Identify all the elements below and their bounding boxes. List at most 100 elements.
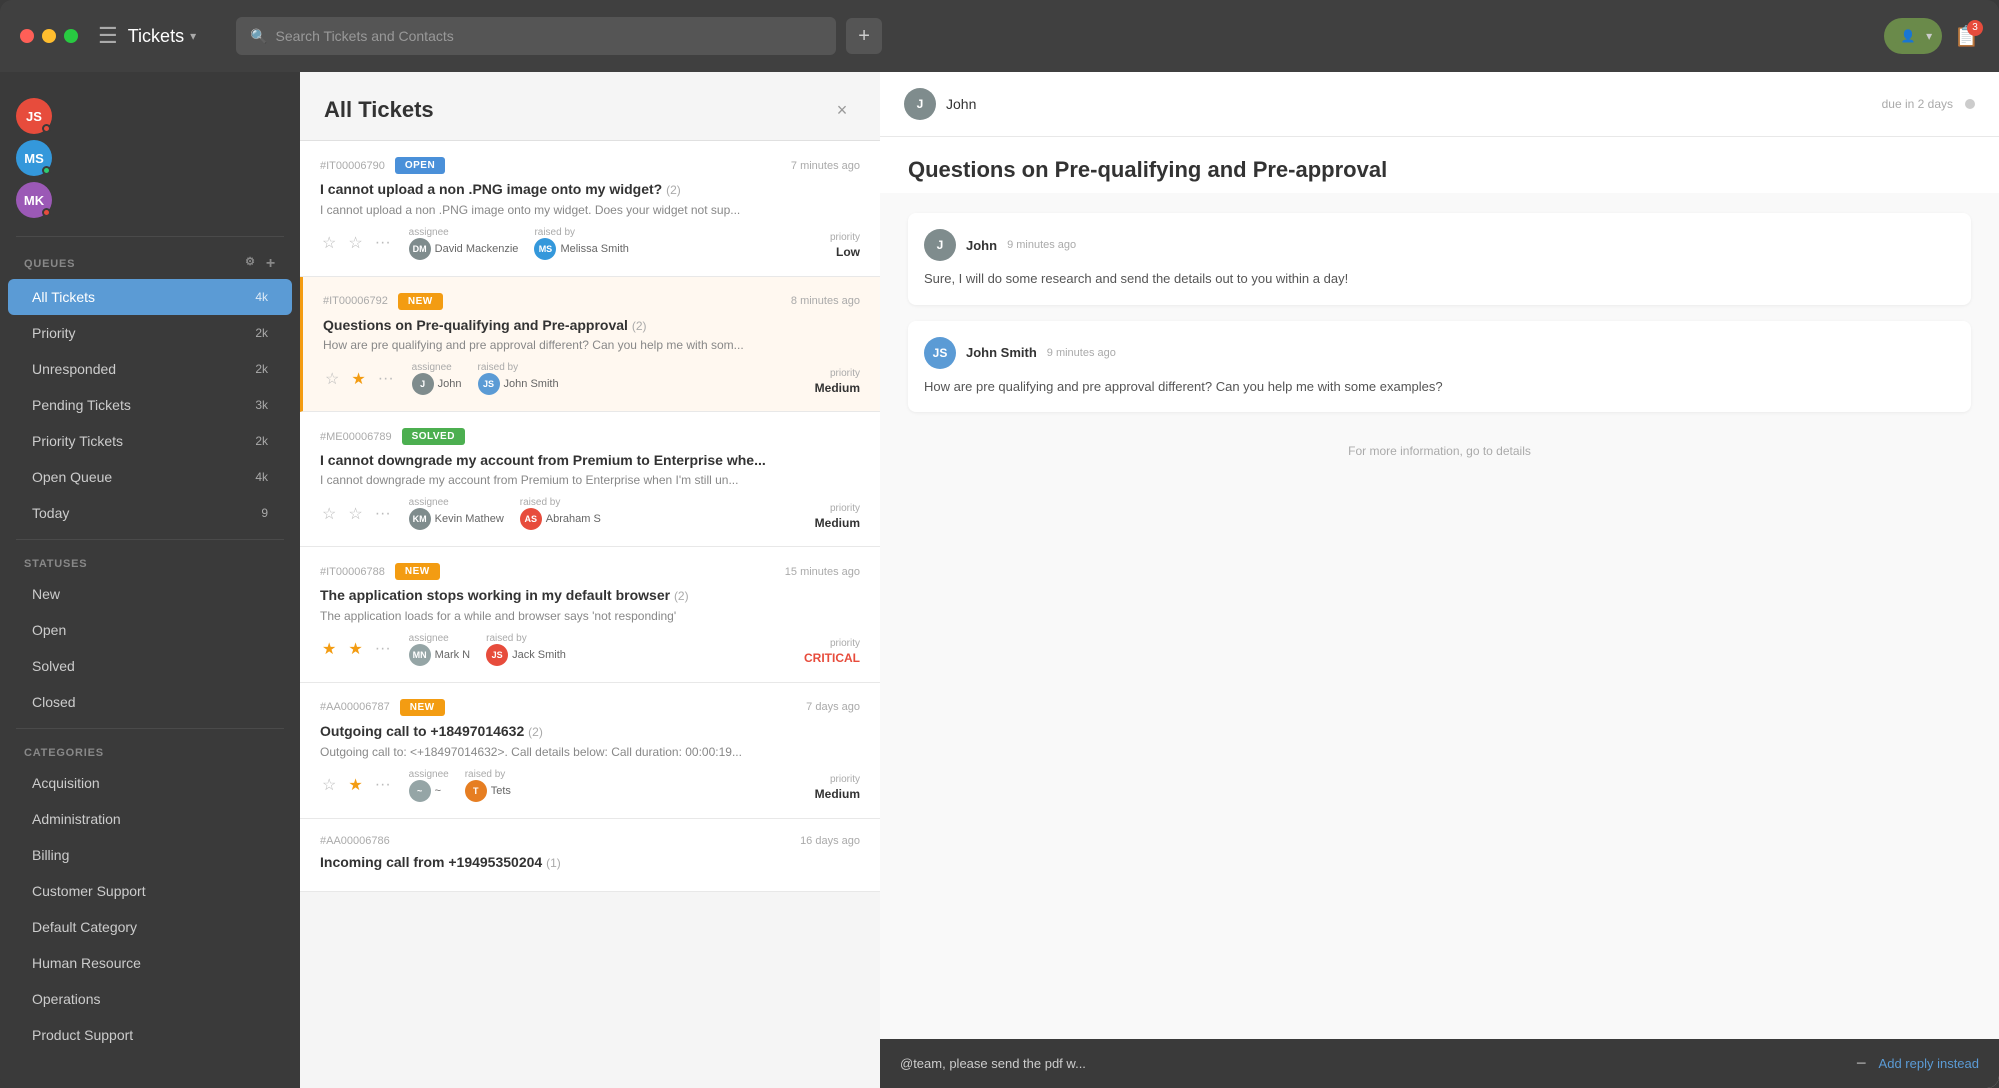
- add-button[interactable]: +: [846, 18, 882, 54]
- more-button-1[interactable]: ···: [373, 232, 393, 254]
- maximize-button[interactable]: [64, 29, 78, 43]
- sidebar-item-acquisition[interactable]: Acquisition: [8, 765, 292, 801]
- sidebar-item-today[interactable]: Today 9: [8, 495, 292, 531]
- ticket-preview-4: The application loads for a while and br…: [320, 609, 860, 623]
- categories-section-header: CATEGORIES: [0, 737, 300, 765]
- star-button-1[interactable]: ☆: [320, 231, 338, 255]
- ticket-footer-5: ☆ ★ ··· assignee ~ ~: [320, 769, 860, 802]
- sidebar-item-all-tickets[interactable]: All Tickets 4k: [8, 279, 292, 315]
- traffic-lights: [20, 29, 78, 43]
- sidebar-divider-3: [16, 728, 284, 729]
- app-title-btn[interactable]: Tickets ▾: [128, 26, 196, 47]
- sidebar-item-solved[interactable]: Solved: [8, 648, 292, 684]
- ticket-header-1: #IT00006790 OPEN 7 minutes ago: [320, 157, 860, 174]
- add-reply-button[interactable]: Add reply instead: [1879, 1056, 1979, 1071]
- minimize-reply-button[interactable]: −: [1856, 1053, 1867, 1074]
- ticket-footer-2: ☆ ★ ··· assignee J John: [323, 362, 860, 395]
- ticket-footer-3: ☆ ☆ ··· assignee KM Kevin Mathew: [320, 497, 860, 530]
- ticket-actions-4: ★ ★ ···: [320, 637, 393, 661]
- ticket-list-panel: All Tickets × #IT00006790 OPEN 7 minutes…: [300, 72, 880, 1088]
- ticket-id-4: #IT00006788: [320, 566, 385, 578]
- ticket-card-6[interactable]: #AA00006786 16 days ago Incoming call fr…: [300, 819, 880, 893]
- ticket-list: #IT00006790 OPEN 7 minutes ago I cannot …: [300, 141, 880, 1088]
- avatar-ms[interactable]: MS: [16, 140, 52, 176]
- ticket-title-4: The application stops working in my defa…: [320, 586, 860, 605]
- avatar-mk[interactable]: MK: [16, 182, 52, 218]
- more-button-2[interactable]: ···: [376, 368, 396, 390]
- raised-name-4: Jack Smith: [512, 649, 566, 661]
- queues-section-header: QUEUES ⚙ +: [0, 245, 300, 279]
- more-info-link[interactable]: For more information, go to details: [908, 428, 1971, 474]
- star2-button-5[interactable]: ★: [346, 773, 364, 797]
- close-panel-button[interactable]: ×: [828, 96, 856, 124]
- sidebar-item-priority-tickets[interactable]: Priority Tickets 2k: [8, 423, 292, 459]
- priority-label-1: priority: [830, 232, 860, 243]
- close-button[interactable]: [20, 29, 34, 43]
- status-dot-ms: [42, 166, 51, 175]
- notification-button[interactable]: 📋 3: [1954, 24, 1979, 49]
- ticket-list-title: All Tickets: [324, 97, 434, 123]
- search-input[interactable]: [276, 28, 823, 44]
- ticket-preview-3: I cannot downgrade my account from Premi…: [320, 473, 860, 487]
- detail-due: due in 2 days: [1882, 97, 1953, 111]
- sidebar-label-pending-tickets: Pending Tickets: [32, 397, 131, 413]
- ticket-card-3[interactable]: #ME00006789 SOLVED I cannot downgrade my…: [300, 412, 880, 547]
- ticket-card-1[interactable]: #IT00006790 OPEN 7 minutes ago I cannot …: [300, 141, 880, 277]
- star2-button-3[interactable]: ☆: [346, 502, 364, 526]
- ticket-header-5: #AA00006787 NEW 7 days ago: [320, 699, 860, 716]
- search-bar[interactable]: 🔍: [236, 17, 836, 55]
- sidebar-item-priority[interactable]: Priority 2k: [8, 315, 292, 351]
- star-button-2[interactable]: ☆: [323, 367, 341, 391]
- sidebar-item-open[interactable]: Open: [8, 612, 292, 648]
- detail-header: J John due in 2 days: [880, 72, 1999, 137]
- star2-button-1[interactable]: ☆: [346, 231, 364, 255]
- priority-label-2: priority: [830, 368, 860, 379]
- sidebar-item-new[interactable]: New: [8, 576, 292, 612]
- sidebar-item-customer-support[interactable]: Customer Support: [8, 873, 292, 909]
- star-button-5[interactable]: ☆: [320, 773, 338, 797]
- raised-avatar-3: AS: [520, 508, 542, 530]
- more-button-5[interactable]: ···: [373, 774, 393, 796]
- msg2-text: How are pre qualifying and pre approval …: [924, 377, 1955, 397]
- sidebar-item-closed[interactable]: Closed: [8, 684, 292, 720]
- user-avatar-button[interactable]: 👤 ▾: [1884, 18, 1942, 54]
- star2-button-4[interactable]: ★: [346, 637, 364, 661]
- more-button-3[interactable]: ···: [373, 503, 393, 525]
- more-button-4[interactable]: ···: [373, 638, 393, 660]
- sidebar-item-open-queue[interactable]: Open Queue 4k: [8, 459, 292, 495]
- titlebar: ☰ Tickets ▾ 🔍 + 👤 ▾ 📋 3: [0, 0, 1999, 72]
- assignee-name-1: David Mackenzie: [435, 243, 519, 255]
- raised-name-1: Melissa Smith: [560, 243, 628, 255]
- ticket-card-4[interactable]: #IT00006788 NEW 15 minutes ago The appli…: [300, 547, 880, 683]
- avatar-js[interactable]: JS: [16, 98, 52, 134]
- sidebar-label-open: Open: [32, 622, 66, 638]
- priority-value-2: Medium: [815, 381, 860, 395]
- sidebar-item-unresponded[interactable]: Unresponded 2k: [8, 351, 292, 387]
- ticket-card-5[interactable]: #AA00006787 NEW 7 days ago Outgoing call…: [300, 683, 880, 819]
- message-header-2: JS John Smith 9 minutes ago: [924, 337, 1955, 369]
- sidebar-item-operations[interactable]: Operations: [8, 981, 292, 1017]
- raised-label-4: raised by: [486, 633, 566, 644]
- star2-button-2[interactable]: ★: [349, 367, 367, 391]
- sidebar-badge-open-queue: 4k: [255, 470, 268, 484]
- ticket-title-3: I cannot downgrade my account from Premi…: [320, 451, 860, 469]
- raised-label-1: raised by: [534, 227, 628, 238]
- sidebar-item-billing[interactable]: Billing: [8, 837, 292, 873]
- star-button-3[interactable]: ☆: [320, 502, 338, 526]
- raised-name-2: John Smith: [504, 378, 559, 390]
- star-button-4[interactable]: ★: [320, 637, 338, 661]
- queues-gear-icon[interactable]: ⚙: [245, 255, 256, 273]
- sidebar-item-product-support[interactable]: Product Support: [8, 1017, 292, 1053]
- sidebar-item-human-resource[interactable]: Human Resource: [8, 945, 292, 981]
- sidebar-item-pending-tickets[interactable]: Pending Tickets 3k: [8, 387, 292, 423]
- raised-avatar-2: JS: [478, 373, 500, 395]
- ticket-priority-4: priority CRITICAL: [804, 633, 860, 665]
- sidebar-item-administration[interactable]: Administration: [8, 801, 292, 837]
- minimize-button[interactable]: [42, 29, 56, 43]
- queues-plus-icon[interactable]: +: [266, 255, 276, 273]
- msg2-time: 9 minutes ago: [1047, 347, 1116, 359]
- ticket-card-2[interactable]: #IT00006792 NEW 8 minutes ago Questions …: [300, 277, 880, 413]
- msg2-name: John Smith: [966, 345, 1037, 360]
- titlebar-right: 👤 ▾ 📋 3: [1884, 18, 1979, 54]
- sidebar-item-default-category[interactable]: Default Category: [8, 909, 292, 945]
